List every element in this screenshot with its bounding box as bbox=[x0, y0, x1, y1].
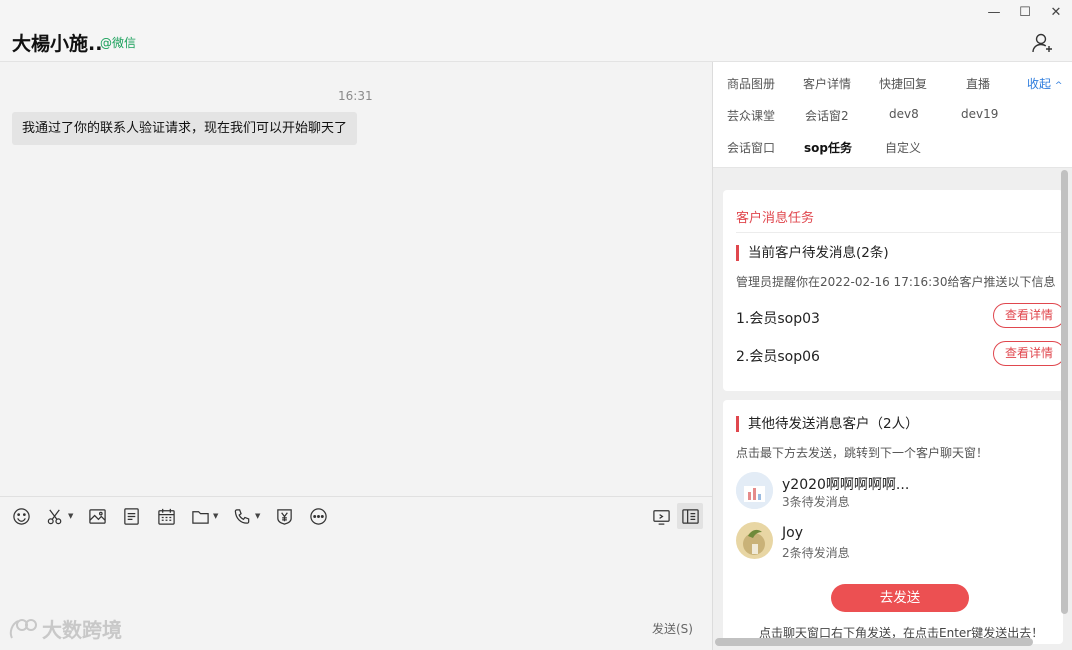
pending-message-item: 2.会员sop06 bbox=[736, 349, 820, 365]
vertical-scrollbar[interactable] bbox=[1061, 170, 1068, 614]
phone-icon[interactable]: ▼ bbox=[233, 506, 260, 526]
message-input[interactable]: 大数跨境 发送(S) bbox=[0, 534, 712, 650]
pending-heading: 当前客户待发消息(2条) bbox=[736, 245, 889, 261]
other-customers-card: 其他待发送消息客户（2人） 点击最下方去发送，跳转到下一个客户聊天窗！ y202… bbox=[723, 400, 1063, 644]
calendar-icon[interactable] bbox=[157, 506, 176, 526]
folder-icon[interactable]: ▼ bbox=[191, 506, 218, 526]
tab-session-window[interactable]: 会话窗口 bbox=[727, 139, 775, 156]
customer-name[interactable]: y2020啊啊啊啊啊... bbox=[782, 474, 909, 494]
customer-task-card: 客户消息任务 当前客户待发消息(2条) 管理员提醒你在2022-02-16 17… bbox=[723, 190, 1065, 391]
other-customers-note: 点击最下方去发送，跳转到下一个客户聊天窗！ bbox=[736, 446, 989, 460]
sidebar-toggle-icon[interactable] bbox=[677, 503, 703, 529]
message-bubble[interactable]: 我通过了你的联系人验证请求，现在我们可以开始聊天了 bbox=[12, 112, 358, 145]
view-details-button[interactable]: 查看详情 bbox=[993, 303, 1065, 328]
chat-source-label: @微信 bbox=[100, 36, 137, 50]
close-button[interactable]: ✕ bbox=[1041, 2, 1071, 24]
avatar[interactable] bbox=[736, 472, 773, 509]
other-customers-heading: 其他待发送消息客户（2人） bbox=[736, 416, 919, 432]
tab-product-album[interactable]: 商品图册 bbox=[727, 75, 775, 92]
title-bar: 大楊小施.. @微信 — ☐ ✕ bbox=[0, 0, 1072, 62]
tab-customer-details[interactable]: 客户详情 bbox=[803, 75, 851, 92]
red-packet-icon[interactable] bbox=[275, 506, 294, 526]
more-icon[interactable] bbox=[309, 506, 328, 526]
chat-toolbar: ▼ ▼ ▼ bbox=[0, 496, 712, 534]
tab-session-window-2[interactable]: 会话窗2 bbox=[805, 107, 849, 124]
divider bbox=[736, 232, 1063, 233]
card-title: 客户消息任务 bbox=[736, 211, 815, 226]
view-details-button[interactable]: 查看详情 bbox=[993, 341, 1065, 366]
go-send-button[interactable]: 去发送 bbox=[831, 584, 969, 612]
customer-pending-count: 3条待发消息 bbox=[782, 495, 850, 509]
tab-yunzhong-class[interactable]: 芸众课堂 bbox=[727, 107, 775, 124]
horizontal-scrollbar[interactable] bbox=[715, 638, 1033, 646]
chevron-up-icon: ^ bbox=[1054, 81, 1063, 91]
screen-share-icon[interactable] bbox=[652, 506, 671, 526]
avatar[interactable] bbox=[736, 522, 773, 559]
plugin-tabs: 商品图册 客户详情 快捷回复 直播 收起 ^ 芸众课堂 会话窗2 dev8 de… bbox=[713, 62, 1072, 168]
tab-quick-reply[interactable]: 快捷回复 bbox=[879, 75, 927, 92]
message-timestamp: 16:31 bbox=[338, 89, 373, 103]
document-icon[interactable] bbox=[122, 506, 141, 526]
chat-history[interactable]: 16:31 我通过了你的联系人验证请求，现在我们可以开始聊天了 bbox=[0, 62, 712, 496]
admin-note: 管理员提醒你在2022-02-16 17:16:30给客户推送以下信息 bbox=[736, 275, 1056, 289]
tab-live[interactable]: 直播 bbox=[966, 75, 990, 92]
collapse-label: 收起 bbox=[1027, 77, 1052, 91]
image-icon[interactable] bbox=[88, 506, 107, 526]
customer-name[interactable]: Joy bbox=[782, 525, 803, 541]
tab-dev19[interactable]: dev19 bbox=[961, 107, 998, 121]
maximize-button[interactable]: ☐ bbox=[1010, 2, 1040, 24]
tab-dev8[interactable]: dev8 bbox=[889, 107, 919, 121]
tab-sop-task[interactable]: sop任务 bbox=[804, 139, 852, 156]
minimize-button[interactable]: — bbox=[979, 2, 1009, 24]
add-contact-icon[interactable] bbox=[1031, 31, 1055, 55]
pending-message-item: 1.会员sop03 bbox=[736, 311, 820, 327]
screenshot-icon[interactable]: ▼ bbox=[46, 506, 73, 526]
emoji-icon[interactable] bbox=[12, 506, 31, 526]
watermark-text: 大数跨境 bbox=[42, 618, 122, 642]
watermark-logo: 大数跨境 bbox=[8, 614, 122, 643]
tab-custom[interactable]: 自定义 bbox=[885, 139, 921, 156]
collapse-toggle[interactable]: 收起 ^ bbox=[1027, 75, 1062, 92]
chat-title: 大楊小施.. bbox=[12, 33, 103, 55]
right-panel: 商品图册 客户详情 快捷回复 直播 收起 ^ 芸众课堂 会话窗2 dev8 de… bbox=[713, 62, 1072, 650]
send-button[interactable]: 发送(S) bbox=[652, 620, 693, 637]
customer-pending-count: 2条待发消息 bbox=[782, 546, 850, 560]
